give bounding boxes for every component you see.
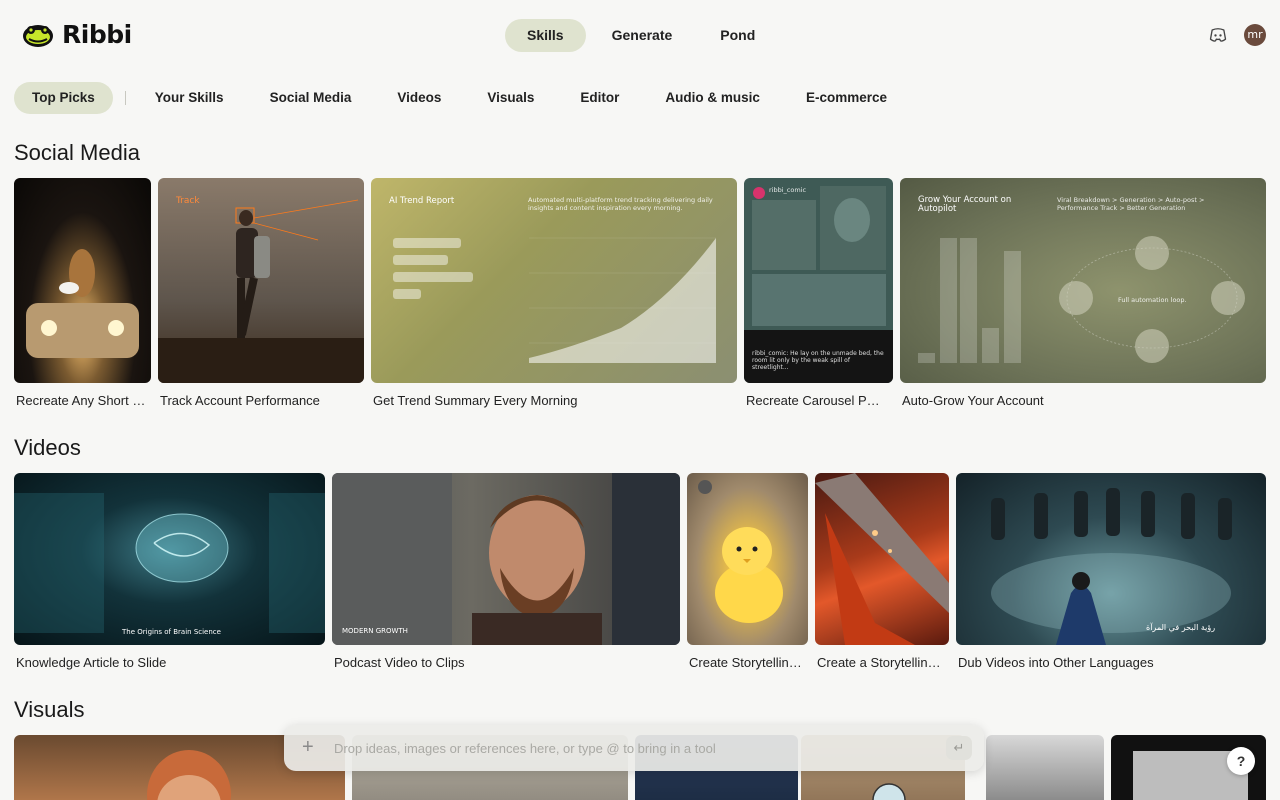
- thumb-text-grow-steps: Viral Breakdown > Generation > Auto-post…: [1057, 196, 1205, 212]
- thumb-text-grow-title: Grow Your Account on Autopilot: [918, 195, 1012, 214]
- prompt-bar: + ↵: [284, 725, 984, 771]
- category-ecommerce[interactable]: E-commerce: [783, 82, 910, 114]
- thumb-text-carousel-caption: ribbi_comic: He lay on the unmade bed, t…: [752, 350, 884, 371]
- category-videos[interactable]: Videos: [374, 82, 464, 114]
- thumb-text-grow-loop: Full automation loop.: [1118, 296, 1187, 304]
- category-editor[interactable]: Editor: [557, 82, 642, 114]
- section-title-visuals: Visuals: [14, 697, 85, 722]
- thumbnail-lava-wall: [815, 473, 949, 645]
- skill-card-visual-statue[interactable]: [986, 735, 1104, 800]
- thumb-text-podcast: MODERN GROWTH: [342, 627, 408, 635]
- skill-card-storytelling-video[interactable]: [815, 473, 949, 645]
- category-divider: [124, 91, 126, 105]
- thumb-text-brain: The Origins of Brain Science: [122, 628, 221, 636]
- thumb-text-track: Track: [176, 196, 200, 206]
- card-label: Create Storytelling Videos: [689, 655, 806, 670]
- skill-card-recreate-carousel[interactable]: ribbi_comic ribbi_comic: He lay on the u…: [744, 178, 893, 383]
- tab-pond[interactable]: Pond: [698, 19, 777, 52]
- thumbnail-mirrored-room: [991, 488, 1232, 645]
- card-label: Get Trend Summary Every Morning: [373, 393, 578, 408]
- skill-card-track-performance[interactable]: Track: [158, 178, 364, 383]
- card-label: Recreate Any Short Video: [16, 393, 148, 408]
- submit-enter-icon[interactable]: ↵: [946, 736, 972, 760]
- category-top-picks[interactable]: Top Picks: [14, 82, 113, 114]
- category-visuals[interactable]: Visuals: [464, 82, 557, 114]
- thumbnail-podcast-man: [332, 473, 680, 645]
- tab-skills[interactable]: Skills: [505, 19, 586, 52]
- skill-card-article-to-slide[interactable]: The Origins of Brain Science: [14, 473, 325, 645]
- card-label: Create a Storytelling Video: [817, 655, 947, 670]
- brand-name: Ribbi: [62, 20, 132, 49]
- thumbnail-walking-man: [158, 199, 364, 383]
- user-avatar[interactable]: mr: [1244, 24, 1266, 46]
- header-actions: mr: [1208, 24, 1266, 46]
- thumbnail-brain-scan: [14, 493, 325, 633]
- card-label: Knowledge Article to Slide: [16, 655, 167, 670]
- thumb-text-carousel-user: ribbi_comic: [769, 186, 807, 194]
- prompt-input[interactable]: [334, 737, 934, 759]
- category-social-media[interactable]: Social Media: [247, 82, 375, 114]
- section-title-social-media: Social Media: [14, 140, 140, 165]
- thumbnail-horse-car: [26, 249, 139, 358]
- card-label: Track Account Performance: [160, 393, 320, 408]
- discord-icon[interactable]: [1208, 25, 1228, 45]
- thumb-text-arabic: رؤية البحر في المرآة: [1146, 623, 1216, 632]
- skill-card-podcast-clips[interactable]: MODERN GROWTH: [332, 473, 680, 645]
- skill-card-trend-summary[interactable]: AI Trend Report Automated multi-platform…: [371, 178, 737, 383]
- add-attachment-icon[interactable]: +: [302, 736, 314, 759]
- help-button[interactable]: ?: [1227, 747, 1255, 775]
- card-label: Auto-Grow Your Account: [902, 393, 1044, 408]
- card-label: Dub Videos into Other Languages: [958, 655, 1154, 670]
- skill-card-dub-videos[interactable]: رؤية البحر في المرآة: [956, 473, 1266, 645]
- tab-generate[interactable]: Generate: [590, 19, 695, 52]
- card-label: Podcast Video to Clips: [334, 655, 465, 670]
- category-bar: Top Picks Your Skills Social Media Video…: [14, 82, 910, 114]
- header: Ribbi Skills Generate Pond mr: [0, 0, 1280, 72]
- top-navigation: Skills Generate Pond: [505, 19, 777, 52]
- section-title-videos: Videos: [14, 435, 81, 460]
- category-audio-music[interactable]: Audio & music: [642, 82, 783, 114]
- thumb-text-trend-desc: Automated multi-platform trend tracking …: [528, 196, 713, 212]
- skill-card-recreate-short-video[interactable]: [14, 178, 151, 383]
- thumbnail-chick: [698, 480, 783, 623]
- category-your-skills[interactable]: Your Skills: [132, 82, 247, 114]
- skill-card-storytelling-videos[interactable]: [687, 473, 808, 645]
- frog-logo-icon: [23, 24, 53, 47]
- skill-card-auto-grow[interactable]: Grow Your Account on Autopilot Viral Bre…: [900, 178, 1266, 383]
- card-label: Recreate Carousel Posts: [746, 393, 886, 408]
- brand-logo[interactable]: Ribbi: [22, 20, 132, 49]
- thumb-text-trend-title: AI Trend Report: [389, 196, 455, 206]
